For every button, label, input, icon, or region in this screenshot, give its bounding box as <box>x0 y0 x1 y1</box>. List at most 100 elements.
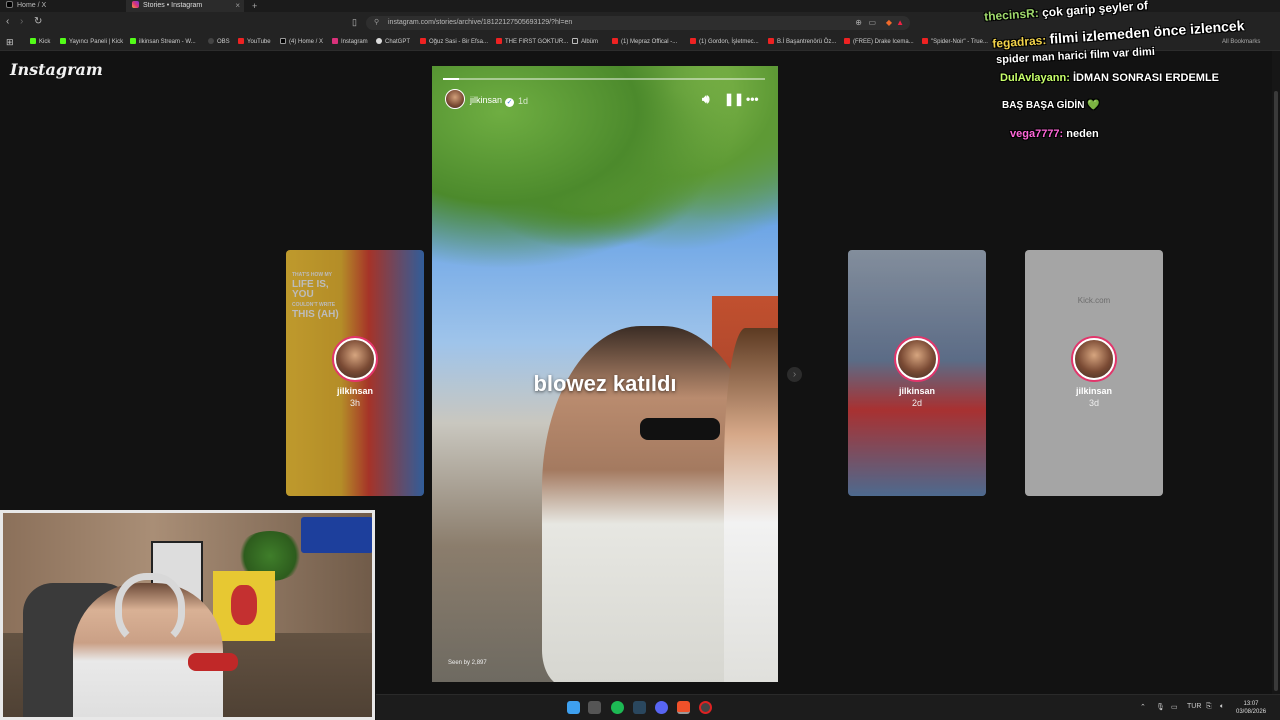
instagram-icon <box>332 38 338 44</box>
story-card-next[interactable]: jilkinsan 2d <box>848 250 986 496</box>
apps-grid-icon[interactable]: ⊞ <box>6 34 14 51</box>
clock-time: 13:07 <box>1243 701 1259 707</box>
bookmark-item[interactable]: B.İ Başantrenörü Öz... <box>768 34 836 51</box>
bookmark-label: Yayıncı Paneli | Kick <box>69 39 124 45</box>
x-logo-icon <box>280 38 286 44</box>
discord-icon[interactable] <box>655 701 668 714</box>
bookmark-item[interactable]: OBS <box>208 34 230 51</box>
language-indicator[interactable]: TUR <box>1187 703 1201 710</box>
brave-icon[interactable] <box>677 701 690 714</box>
bookmark-label: Kick <box>39 39 51 45</box>
zoom-icon[interactable]: ⊕ <box>855 16 862 30</box>
webcam-spiderman-figure <box>231 585 257 625</box>
chat-message: fegadras: filmi izlemeden önce izlencek <box>992 17 1245 51</box>
scrollbar-thumb[interactable] <box>1274 91 1278 691</box>
x-logo-icon <box>6 1 13 8</box>
bookmark-item[interactable]: (4) Home / X <box>280 34 323 51</box>
task-view-icon[interactable] <box>588 701 601 714</box>
cast-icon[interactable]: ▭ <box>868 16 876 30</box>
story-image-sunglasses <box>640 418 720 440</box>
chat-username: DulAvlayann: <box>1000 72 1070 84</box>
bookmark-item[interactable]: Yayıncı Paneli | Kick <box>60 34 123 51</box>
story-progress-bar <box>443 78 765 80</box>
avatar[interactable] <box>445 89 465 109</box>
username-text: jilkinsan <box>470 95 503 105</box>
webcam-headset <box>115 573 185 647</box>
bookmark-item[interactable]: (FREE) Drake Icema... <box>844 34 914 51</box>
bookmark-label: B.İ Başantrenörü Öz... <box>777 39 837 45</box>
bookmark-item[interactable]: Kick <box>30 34 50 51</box>
bookmark-label: (1) Gordon, İşletmec... <box>699 39 759 45</box>
webcam-flag <box>301 517 372 553</box>
chat-message: DulAvlayann: İDMAN SONRASI ERDEMLE <box>1000 72 1219 84</box>
verified-badge-icon: ✓ <box>505 98 515 107</box>
forward-icon[interactable]: › <box>20 16 23 27</box>
tab-instagram-stories[interactable]: Stories • Instagram × <box>126 0 244 12</box>
youtube-icon <box>922 38 928 44</box>
steam-icon[interactable] <box>633 701 646 714</box>
bookmark-item[interactable]: ilkinsan Stream - W... <box>130 34 196 51</box>
network-icon[interactable]: ⎘ <box>1206 703 1212 711</box>
tab-label: Home / X <box>17 2 47 9</box>
more-options-icon[interactable]: ••• <box>746 92 759 106</box>
volume-icon[interactable]: 🔊︎ <box>702 92 710 107</box>
url-field[interactable]: ⚲ instagram.com/stories/archive/18122127… <box>366 16 910 30</box>
stream-chat-overlay: thecinsR: çok garip şeyler of fegadras: … <box>978 0 1280 150</box>
start-icon[interactable] <box>567 701 580 714</box>
bookmark-label: Albüm <box>581 39 599 45</box>
folder-icon <box>572 38 578 44</box>
mic-icon[interactable]: 🎙︎ <box>1156 703 1165 711</box>
obs-icon[interactable] <box>699 701 712 714</box>
tray-overflow-icon[interactable]: ⌃ <box>1140 703 1146 711</box>
back-icon[interactable]: ‹ <box>6 16 9 27</box>
chat-username: thecinsR: <box>983 5 1040 24</box>
tray-app-icon[interactable]: ▭ <box>1171 703 1178 711</box>
site-info-icon[interactable]: ⚲ <box>374 16 379 30</box>
kick-icon <box>30 38 36 44</box>
bookmark-label: (FREE) Drake Icema... <box>853 39 914 45</box>
story-card-previous[interactable]: THAT'S HOW MY LIFE IS, YOU COULDN'T WRIT… <box>286 250 424 496</box>
webcam-spiderman-poster <box>213 571 275 641</box>
chat-text: filmi izlemeden önce izlencek <box>1048 17 1245 47</box>
volume-icon[interactable]: 🔈︎ <box>1220 703 1224 711</box>
chat-text: çok garip şeyler of <box>1041 0 1149 20</box>
brave-shield-icon[interactable]: ◆ <box>886 16 892 30</box>
bookmark-item[interactable]: Albüm <box>572 34 598 51</box>
chat-username: vega7777: <box>1010 128 1064 140</box>
card-time: 3h <box>349 398 360 408</box>
avatar <box>1073 338 1115 380</box>
card-username: jilkinsan <box>898 386 935 396</box>
bookmark-item[interactable]: ChatGPT <box>376 34 410 51</box>
bookmark-item[interactable]: Oğuz Sasi - Bir Efsa... <box>420 34 488 51</box>
rewards-icon[interactable]: ▲ <box>896 16 904 30</box>
taskbar-clock[interactable]: 13:07 03/08/2026 <box>1236 700 1266 716</box>
tab-label: Stories • Instagram <box>143 2 203 9</box>
reload-icon[interactable]: ↻ <box>34 16 42 27</box>
story-progress-fill <box>443 78 460 80</box>
story-viewer[interactable]: jilkinsan ✓ 1d 🔊︎ ❚❚ ••• blowez katıldı S… <box>432 66 778 682</box>
card-username: jilkinsan <box>1075 386 1112 396</box>
instagram-logo[interactable]: Instagram <box>10 60 103 79</box>
story-card-next-2[interactable]: Kick.com jilkinsan 3d <box>1025 250 1163 496</box>
bookmark-item[interactable]: (1) Gordon, İşletmec... <box>690 34 759 51</box>
bookmark-icon[interactable]: ▯ <box>352 17 357 28</box>
bookmark-item[interactable]: Instagram <box>332 34 368 51</box>
bookmark-label: (1) Mepraz Offical -... <box>621 39 678 45</box>
next-story-icon[interactable]: › <box>787 367 802 382</box>
pause-icon[interactable]: ❚❚ <box>724 92 744 106</box>
windows-taskbar: ⌃ 🎙︎ ▭ TUR ⎘ 🔈︎ 13:07 03/08/2026 <box>376 694 1280 720</box>
bookmark-item[interactable]: THE FIRST GOKTUR... <box>496 34 568 51</box>
youtube-icon <box>496 38 502 44</box>
story-username[interactable]: jilkinsan ✓ <box>470 95 515 107</box>
youtube-icon <box>768 38 774 44</box>
bookmark-item[interactable]: (1) Mepraz Offical -... <box>612 34 677 51</box>
bookmark-item[interactable]: YouTube <box>238 34 271 51</box>
youtube-icon <box>612 38 618 44</box>
seen-count[interactable]: Seen by 2,897 <box>448 660 487 666</box>
tab-home-x[interactable]: Home / X <box>0 0 126 12</box>
close-tab-icon[interactable]: × <box>235 0 240 12</box>
bookmark-label: (4) Home / X <box>289 39 324 45</box>
story-time: 1d <box>518 96 529 106</box>
spotify-icon[interactable] <box>611 701 624 714</box>
new-tab-button[interactable]: + <box>252 0 257 12</box>
